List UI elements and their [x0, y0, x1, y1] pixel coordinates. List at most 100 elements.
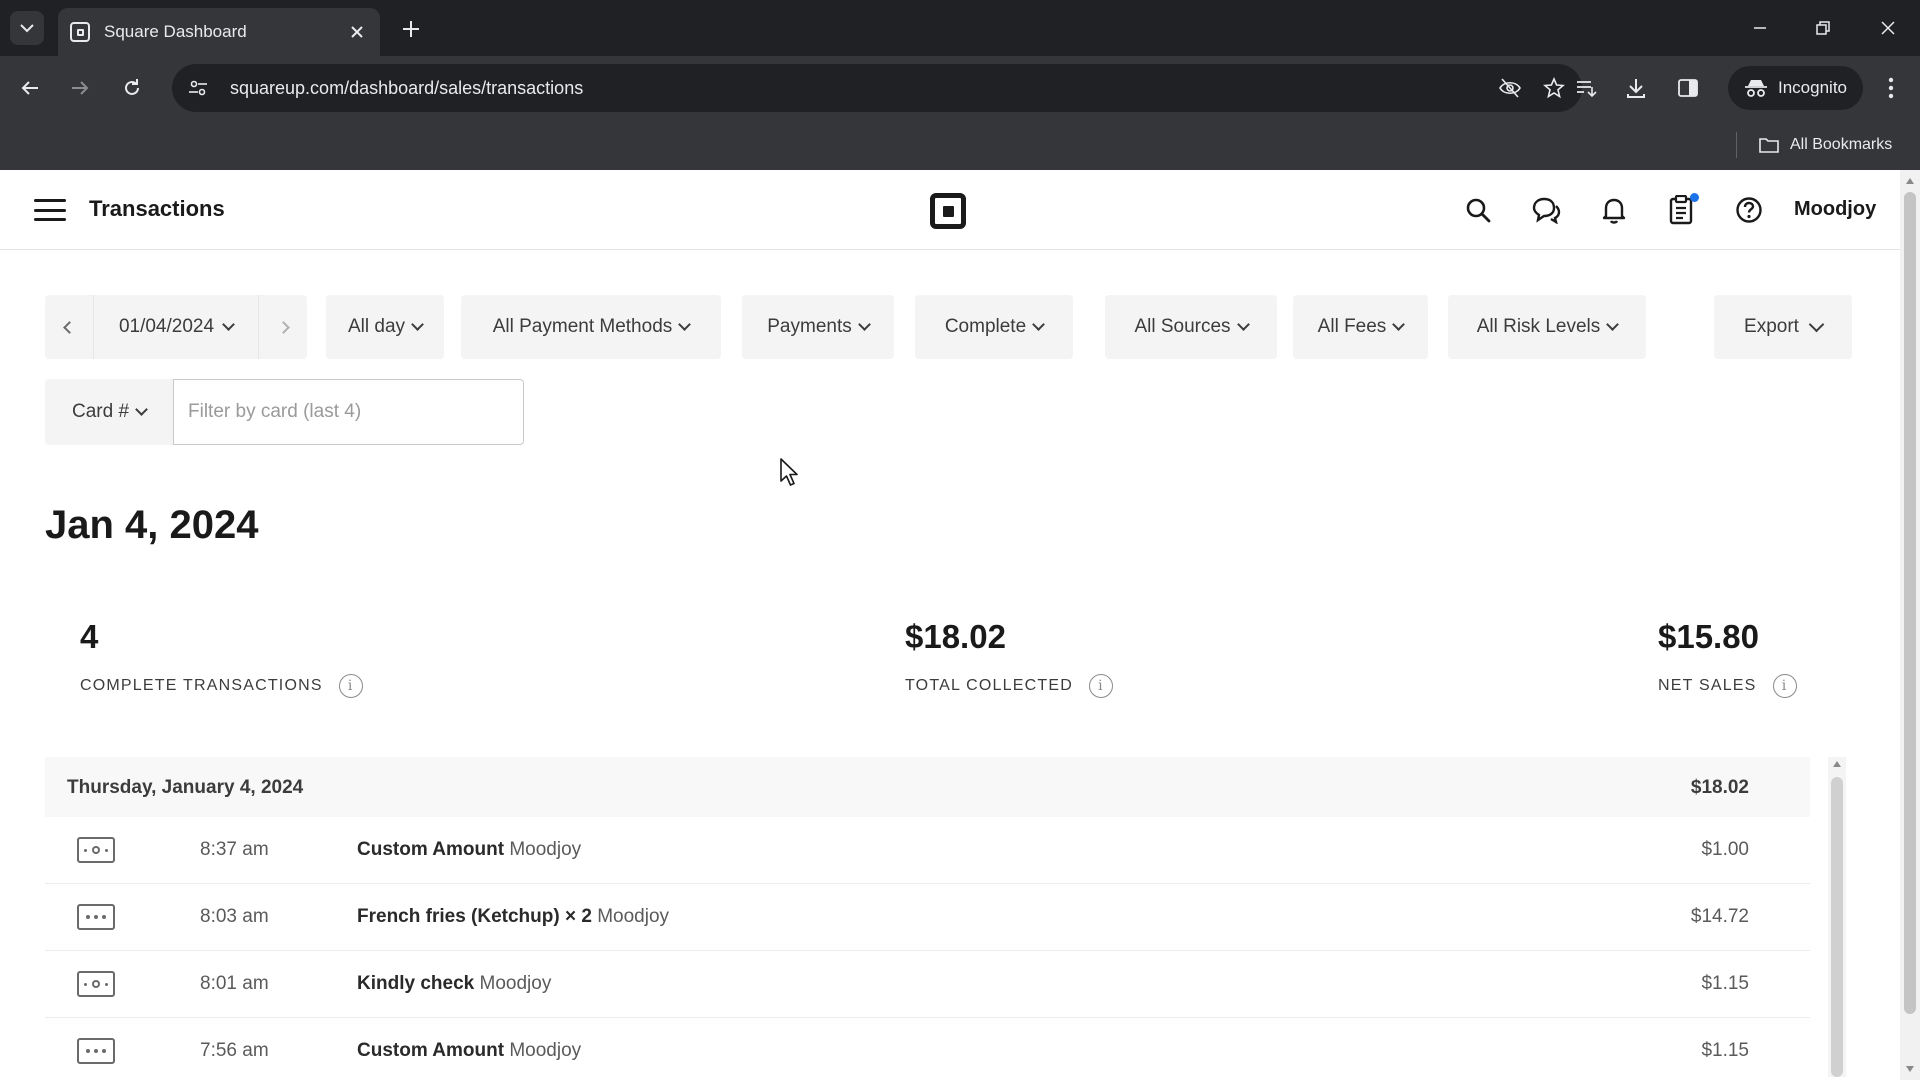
- sources-filter[interactable]: All Sources: [1105, 295, 1277, 359]
- restore-button[interactable]: [1801, 10, 1845, 46]
- txn-location: Moodjoy: [509, 839, 582, 860]
- date-value: 01/04/2024: [118, 316, 215, 337]
- txn-amount: $1.00: [1701, 839, 1749, 860]
- day-total: $18.02: [1690, 777, 1749, 798]
- table-row[interactable]: 8:03 am French fries (Ketchup) × 2 Moodj…: [45, 884, 1810, 951]
- status-label: Complete: [944, 316, 1027, 337]
- table-row[interactable]: 8:37 am Custom Amount Moodjoy $1.00: [45, 817, 1810, 884]
- scroll-up-arrow-icon[interactable]: [1906, 178, 1914, 184]
- chevron-down-icon: [678, 318, 692, 331]
- next-day-button[interactable]: [259, 295, 307, 359]
- date-select[interactable]: 01/04/2024: [93, 295, 259, 359]
- txn-item: Custom Amount: [357, 1040, 505, 1061]
- page-scrollbar[interactable]: [1900, 170, 1920, 1080]
- close-icon: [1881, 21, 1895, 35]
- info-icon[interactable]: i: [1772, 674, 1797, 698]
- url-text: squareup.com/dashboard/sales/transaction…: [230, 77, 584, 98]
- chevron-down-icon: [20, 24, 34, 33]
- table-row[interactable]: 8:01 am Kindly check Moodjoy $1.15: [45, 951, 1810, 1018]
- clipboard-icon[interactable]: [1663, 192, 1699, 228]
- back-button[interactable]: [12, 70, 48, 106]
- txn-time: 8:03 am: [200, 906, 269, 927]
- time-range-filter[interactable]: All day: [326, 295, 444, 359]
- scroll-up-arrow-icon[interactable]: [1833, 761, 1841, 767]
- tab-close-button[interactable]: [346, 21, 368, 43]
- incognito-label: Incognito: [1778, 78, 1847, 97]
- all-bookmarks-label: All Bookmarks: [1790, 136, 1893, 153]
- txn-location: Moodjoy: [479, 973, 552, 994]
- tab-title: Square Dashboard: [104, 22, 247, 41]
- forward-button[interactable]: [62, 70, 98, 106]
- side-panel-icon[interactable]: [1670, 70, 1706, 106]
- star-icon[interactable]: [1538, 72, 1570, 104]
- site-settings-icon[interactable]: [186, 76, 210, 100]
- browser-tab[interactable]: Square Dashboard: [58, 8, 380, 56]
- reading-list-icon[interactable]: [1568, 70, 1604, 106]
- scroll-down-arrow-icon[interactable]: [1906, 1066, 1914, 1072]
- txn-time: 8:37 am: [200, 839, 269, 860]
- card-filter-input[interactable]: [173, 379, 524, 445]
- payment-methods-filter[interactable]: All Payment Methods: [461, 295, 721, 359]
- type-label: Payments: [767, 316, 852, 337]
- txn-amount: $1.15: [1701, 1040, 1749, 1061]
- date-picker: 01/04/2024: [45, 295, 307, 359]
- chevron-down-icon: [222, 318, 235, 331]
- stat-value: 4: [80, 618, 99, 655]
- reload-icon: [125, 79, 139, 95]
- bell-icon[interactable]: [1596, 192, 1632, 228]
- arrow-right-icon: [72, 81, 89, 95]
- previous-day-button[interactable]: [45, 295, 93, 359]
- txn-item: French fries (Ketchup) × 2: [357, 906, 592, 927]
- chevron-down-icon: [1606, 318, 1620, 331]
- app-header: Transactions Moodjoy: [0, 170, 1900, 250]
- chevron-down-icon: [135, 403, 148, 416]
- browser-toolbar: squareup.com/dashboard/sales/transaction…: [0, 56, 1920, 120]
- restore-icon: [1816, 21, 1830, 35]
- txn-time: 7:56 am: [200, 1040, 269, 1061]
- payment-methods-label: All Payment Methods: [492, 316, 673, 337]
- type-filter[interactable]: Payments: [742, 295, 894, 359]
- table-row[interactable]: 7:56 am Custom Amount Moodjoy $1.15: [45, 1018, 1810, 1080]
- search-icon[interactable]: [1460, 192, 1496, 228]
- export-button[interactable]: Export: [1714, 295, 1852, 359]
- total-collected-stat: $18.02 TOTAL COLLECTED i: [905, 618, 1113, 698]
- square-favicon-icon: [70, 22, 90, 42]
- card-select-label: Card #: [71, 401, 130, 422]
- all-bookmarks-button[interactable]: All Bookmarks: [1758, 130, 1892, 160]
- fees-filter[interactable]: All Fees: [1293, 295, 1428, 359]
- minimize-button[interactable]: [1738, 10, 1782, 46]
- risk-levels-filter[interactable]: All Risk Levels: [1448, 295, 1646, 359]
- status-filter[interactable]: Complete: [915, 295, 1073, 359]
- menu-icon[interactable]: [34, 196, 66, 224]
- eye-off-icon[interactable]: [1494, 72, 1526, 104]
- chevron-down-icon: [1032, 318, 1046, 331]
- help-icon[interactable]: [1731, 192, 1767, 228]
- bookmarks-bar: All Bookmarks: [0, 120, 1920, 170]
- tab-search-button[interactable]: [10, 11, 44, 45]
- address-bar[interactable]: squareup.com/dashboard/sales/transaction…: [172, 64, 1582, 112]
- arrow-left-icon: [21, 81, 38, 95]
- txn-description: Custom Amount Moodjoy: [357, 1040, 581, 1062]
- browser-menu-button[interactable]: [1876, 70, 1906, 106]
- page-title: Transactions: [89, 196, 225, 221]
- reload-button[interactable]: [114, 70, 150, 106]
- txn-description: Custom Amount Moodjoy: [357, 839, 581, 861]
- more-vertical-icon: [1888, 77, 1894, 99]
- list-scrollbar[interactable]: [1828, 757, 1846, 1077]
- user-account-menu[interactable]: Moodjoy: [1794, 198, 1876, 221]
- info-icon[interactable]: i: [1088, 674, 1113, 698]
- incognito-indicator[interactable]: Incognito: [1728, 66, 1863, 110]
- bookmarks-divider: [1736, 132, 1737, 158]
- window-close-button[interactable]: [1866, 10, 1910, 46]
- square-logo[interactable]: [930, 193, 966, 229]
- net-sales-stat: $15.80 NET SALES i: [1658, 618, 1797, 698]
- info-icon[interactable]: i: [338, 674, 363, 698]
- card-filter-select[interactable]: Card #: [45, 379, 173, 445]
- messages-icon[interactable]: [1528, 192, 1564, 228]
- page-scrollbar-thumb[interactable]: [1904, 192, 1916, 1014]
- other-payment-icon: [77, 904, 115, 930]
- stat-label: NET SALES: [1658, 677, 1757, 694]
- download-icon[interactable]: [1618, 70, 1654, 106]
- new-tab-button[interactable]: [396, 14, 426, 44]
- list-scrollbar-thumb[interactable]: [1831, 777, 1843, 1077]
